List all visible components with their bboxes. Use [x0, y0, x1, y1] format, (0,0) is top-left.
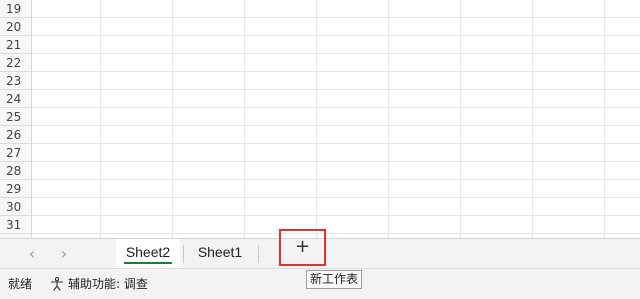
chevron-right-icon: › — [60, 244, 68, 263]
row-number[interactable]: 31 — [0, 216, 31, 234]
tab-divider — [183, 245, 184, 263]
row-gridline — [32, 161, 640, 162]
cell-area[interactable] — [32, 0, 640, 238]
column-gridline — [316, 0, 317, 238]
plus-icon: + — [294, 236, 311, 257]
row-gridline — [32, 53, 640, 54]
column-gridline — [244, 0, 245, 238]
previous-sheet-button[interactable]: ‹ — [22, 244, 42, 264]
row-number[interactable]: 26 — [0, 126, 31, 144]
row-number[interactable]: 24 — [0, 90, 31, 108]
row-number[interactable]: 28 — [0, 162, 31, 180]
row-gridline — [32, 71, 640, 72]
row-header: 19 20 21 22 23 24 25 26 27 28 29 30 31 — [0, 0, 32, 238]
row-number[interactable]: 20 — [0, 18, 31, 36]
row-number[interactable]: 19 — [0, 0, 31, 18]
accessibility-label: 辅助功能: 调查 — [68, 277, 148, 291]
tab-sheet2[interactable]: Sheet2 — [116, 239, 180, 268]
row-gridline — [32, 89, 640, 90]
tab-divider — [258, 245, 259, 263]
row-number[interactable]: 25 — [0, 108, 31, 126]
active-tab-indicator — [124, 262, 172, 264]
chevron-left-icon: ‹ — [28, 244, 36, 263]
row-gridline — [32, 215, 640, 216]
column-gridline — [604, 0, 605, 238]
tab-label: Sheet2 — [125, 244, 171, 260]
row-gridline — [32, 125, 640, 126]
accessibility-icon — [50, 276, 64, 291]
row-gridline — [32, 107, 640, 108]
row-number[interactable]: 29 — [0, 180, 31, 198]
row-number[interactable]: 30 — [0, 198, 31, 216]
column-gridline — [172, 0, 173, 238]
row-gridline — [32, 179, 640, 180]
accessibility-status[interactable]: 辅助功能: 调查 — [50, 275, 148, 292]
row-gridline — [32, 35, 640, 36]
row-gridline — [32, 17, 640, 18]
new-sheet-tooltip: 新工作表 — [306, 270, 363, 289]
row-number[interactable]: 27 — [0, 144, 31, 162]
column-gridline — [532, 0, 533, 238]
row-gridline — [32, 197, 640, 198]
status-ready: 就绪 — [8, 277, 33, 291]
row-gridline — [32, 233, 640, 234]
spreadsheet-grid[interactable]: 19 20 21 22 23 24 25 26 27 28 29 30 31 — [0, 0, 640, 238]
column-gridline — [100, 0, 101, 238]
new-sheet-button[interactable]: + — [279, 229, 326, 266]
row-number[interactable]: 21 — [0, 36, 31, 54]
tab-label: Sheet1 — [197, 244, 243, 260]
row-number[interactable]: 22 — [0, 54, 31, 72]
tooltip-text: 新工作表 — [310, 272, 359, 286]
row-gridline — [32, 143, 640, 144]
column-gridline — [460, 0, 461, 238]
next-sheet-button[interactable]: › — [54, 244, 74, 264]
column-gridline — [388, 0, 389, 238]
row-number[interactable]: 23 — [0, 72, 31, 90]
tab-sheet1[interactable]: Sheet1 — [188, 239, 252, 268]
